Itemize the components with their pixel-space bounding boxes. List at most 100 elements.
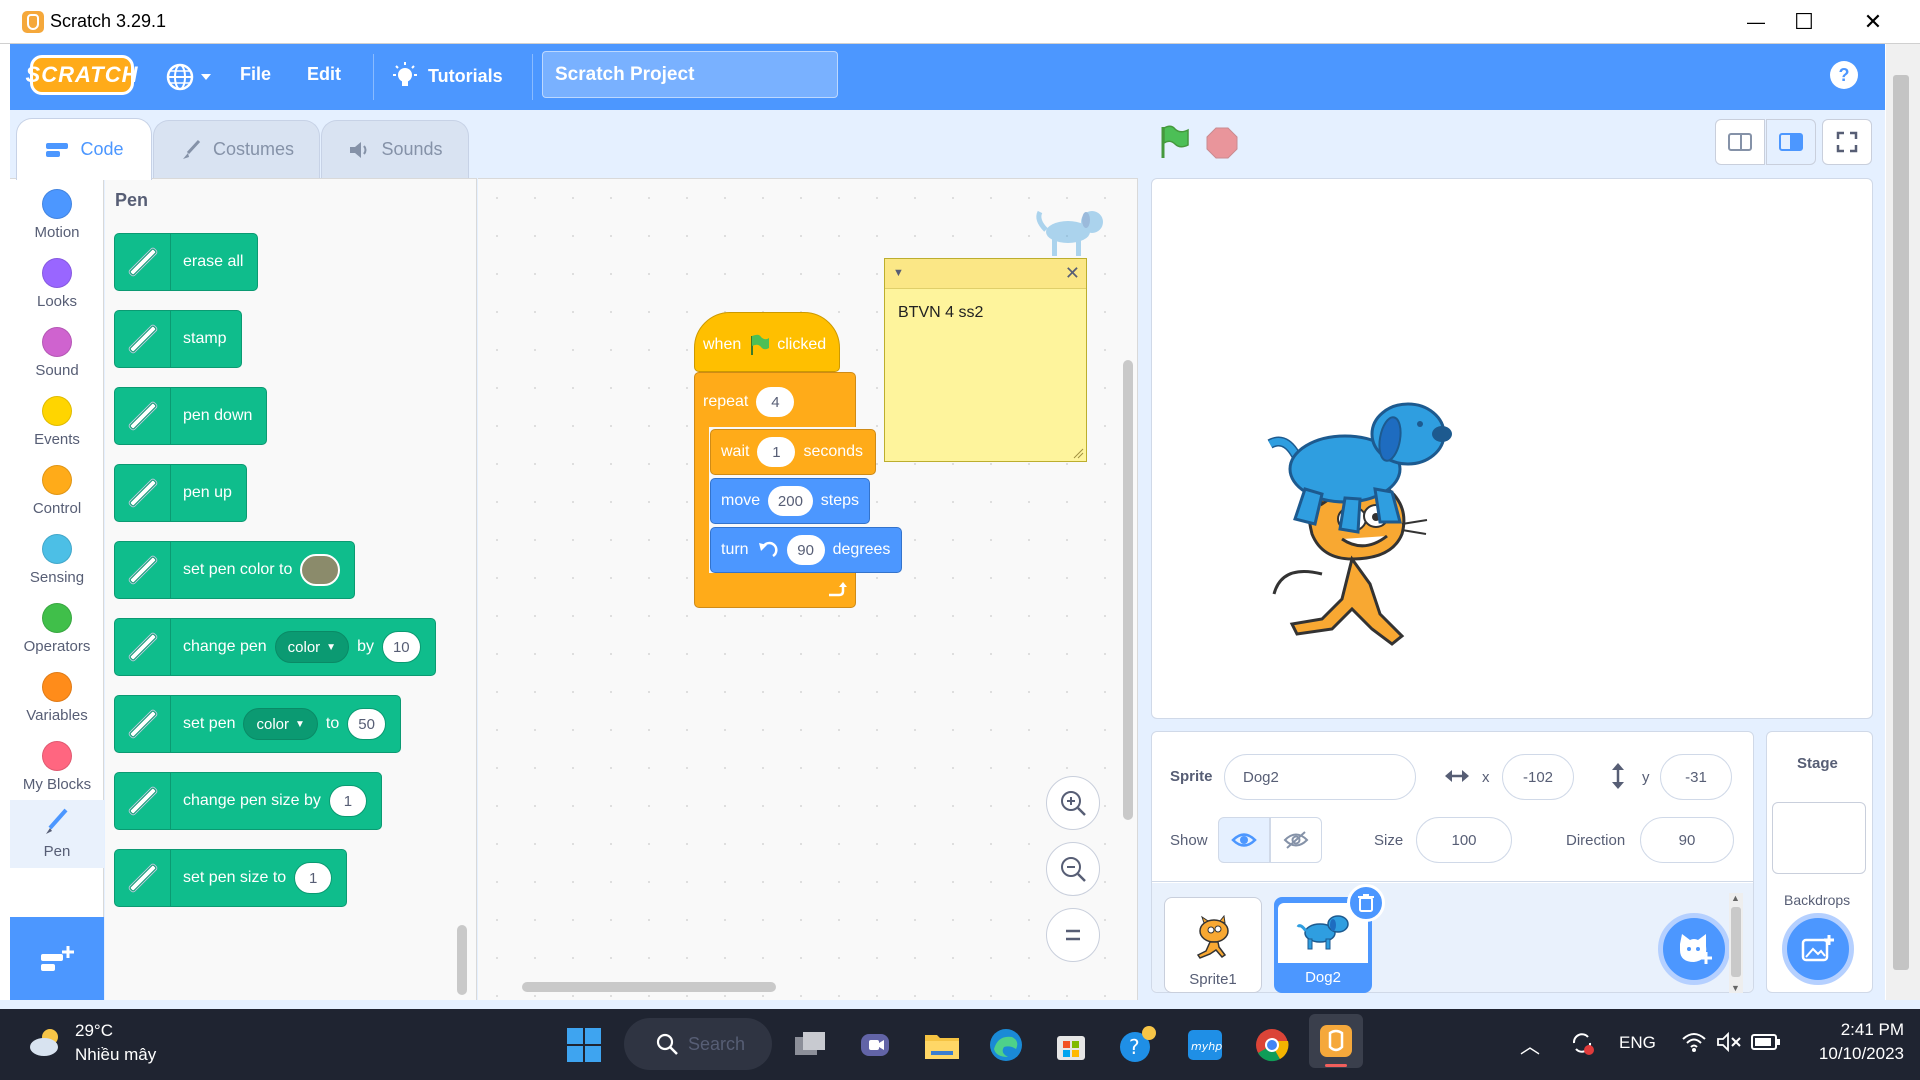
category-control[interactable]: Control xyxy=(10,459,104,527)
weather-cloud-icon[interactable] xyxy=(26,1025,66,1059)
tab-code[interactable]: Code xyxy=(16,118,152,180)
choose-sprite-button[interactable] xyxy=(1658,913,1730,985)
battery-icon[interactable] xyxy=(1751,1033,1781,1051)
task-view-button[interactable] xyxy=(789,1024,831,1066)
sprite-list-scrollbar[interactable]: ▲ ▼ xyxy=(1729,893,1743,993)
start-button[interactable] xyxy=(563,1024,605,1066)
close-icon[interactable]: ✕ xyxy=(1065,263,1080,284)
block-set-pen-size[interactable]: set pen size to 1 xyxy=(114,849,348,907)
block-number-input[interactable]: 1 xyxy=(328,785,367,817)
block-number-input[interactable]: 10 xyxy=(381,631,421,663)
move-steps-block[interactable]: move 200 steps xyxy=(710,478,870,524)
pen-param-dropdown[interactable]: color ▼ xyxy=(243,708,318,740)
tutorials-button[interactable]: Tutorials xyxy=(390,58,520,94)
pen-param-dropdown[interactable]: color ▼ xyxy=(274,631,350,663)
block-erase-all[interactable]: erase all xyxy=(114,233,259,291)
block-set-pen-param[interactable]: set pen color ▼ to 50 xyxy=(114,695,401,753)
zoom-reset-button[interactable] xyxy=(1046,908,1100,962)
sprite-name-input[interactable]: Dog2 xyxy=(1224,754,1416,800)
edit-menu[interactable]: Edit xyxy=(307,64,341,85)
workspace-horizontal-scrollbar[interactable] xyxy=(522,982,776,992)
tab-sounds[interactable]: Sounds xyxy=(321,120,469,178)
small-stage-button[interactable] xyxy=(1715,119,1765,165)
sprite-thumbnail-sprite1[interactable]: Sprite1 xyxy=(1164,897,1262,993)
turn-degrees-block[interactable]: turn 90 degrees xyxy=(710,527,902,573)
weather-temperature[interactable]: 29°C xyxy=(75,1021,113,1041)
category-my-blocks[interactable]: My Blocks xyxy=(10,735,104,803)
block-change-pen-size[interactable]: change pen size by 1 xyxy=(114,772,382,830)
close-window-button[interactable]: ✕ xyxy=(1843,0,1903,44)
move-steps-input[interactable]: 200 xyxy=(768,486,813,516)
get-help-button[interactable]: ? xyxy=(1116,1024,1158,1066)
resize-handle-icon[interactable] xyxy=(1072,447,1084,459)
myhp-button[interactable]: myhp xyxy=(1184,1024,1226,1066)
collapse-chevron-icon[interactable]: ▼ xyxy=(893,267,904,279)
tab-costumes[interactable]: Costumes xyxy=(153,120,320,178)
block-pen-up[interactable]: pen up xyxy=(114,464,247,522)
category-variables[interactable]: Variables xyxy=(10,666,104,734)
file-menu[interactable]: File xyxy=(240,64,271,85)
fullscreen-button[interactable] xyxy=(1822,119,1872,165)
block-set-pen-color[interactable]: set pen color to xyxy=(114,541,356,599)
wait-seconds-block[interactable]: wait 1 seconds xyxy=(710,429,876,475)
zoom-out-button[interactable] xyxy=(1046,842,1100,896)
wait-seconds-input[interactable]: 1 xyxy=(757,437,796,467)
hide-sprite-button[interactable] xyxy=(1270,817,1322,863)
block-pen-down[interactable]: pen down xyxy=(114,387,268,445)
taskbar-search[interactable]: Search xyxy=(624,1018,772,1070)
block-stamp[interactable]: stamp xyxy=(114,310,242,368)
microsoft-store-button[interactable] xyxy=(1050,1024,1092,1066)
scratch-logo[interactable]: SCRATCH xyxy=(26,55,137,95)
language-menu[interactable] xyxy=(165,61,215,93)
pen-color-swatch[interactable] xyxy=(300,554,341,586)
stage-canvas[interactable] xyxy=(1151,178,1873,719)
project-title-input[interactable]: Scratch Project xyxy=(542,51,838,98)
scroll-down-icon[interactable]: ▼ xyxy=(1731,983,1740,993)
scroll-up-icon[interactable]: ▲ xyxy=(1731,893,1740,903)
maximize-button[interactable]: ☐ xyxy=(1774,0,1834,44)
delete-sprite-button[interactable] xyxy=(1347,884,1385,922)
clock-time[interactable]: 2:41 PM xyxy=(1804,1020,1904,1040)
y-position-input[interactable]: -31 xyxy=(1660,754,1732,800)
block-number-input[interactable]: 50 xyxy=(347,708,386,740)
help-button[interactable]: ? xyxy=(1830,61,1858,89)
category-events[interactable]: Events xyxy=(10,390,104,458)
zoom-in-button[interactable] xyxy=(1046,776,1100,830)
green-flag-button[interactable] xyxy=(1158,124,1192,160)
input-language[interactable]: ENG xyxy=(1619,1033,1656,1053)
comment-header[interactable]: ▼ ✕ xyxy=(885,259,1086,289)
category-pen[interactable]: Pen xyxy=(10,800,104,868)
wifi-icon[interactable] xyxy=(1681,1031,1707,1053)
category-sensing[interactable]: Sensing xyxy=(10,528,104,596)
stop-button[interactable] xyxy=(1206,127,1238,159)
comment-text[interactable]: BTVN 4 ss2 xyxy=(898,304,983,322)
hat-block-when-flag-clicked[interactable]: when clicked xyxy=(694,312,840,372)
window-scrollbar-thumb[interactable] xyxy=(1893,75,1909,970)
show-hidden-icons-chevron-icon[interactable]: ︿ xyxy=(1520,1030,1540,1059)
x-position-input[interactable]: -102 xyxy=(1502,754,1574,800)
teams-chat-button[interactable] xyxy=(855,1024,897,1066)
edge-browser-button[interactable] xyxy=(985,1024,1027,1066)
direction-input[interactable]: 90 xyxy=(1640,817,1734,863)
repeat-count-input[interactable]: 4 xyxy=(756,387,795,417)
palette-scrollbar[interactable] xyxy=(457,925,467,995)
block-change-pen-param[interactable]: change pen color ▼ by 10 xyxy=(114,618,436,676)
category-looks[interactable]: Looks xyxy=(10,252,104,320)
category-sound[interactable]: Sound xyxy=(10,321,104,389)
add-extension-button[interactable] xyxy=(10,917,104,1000)
weather-description[interactable]: Nhiều mây xyxy=(75,1045,156,1065)
category-operators[interactable]: Operators xyxy=(10,597,104,665)
block-number-input[interactable]: 1 xyxy=(294,862,333,894)
stage-thumbnail[interactable] xyxy=(1772,802,1866,874)
scratch-taskbar-button[interactable] xyxy=(1309,1014,1363,1068)
sync-status-icon[interactable] xyxy=(1568,1029,1596,1057)
show-sprite-button[interactable] xyxy=(1218,817,1270,863)
large-stage-button[interactable] xyxy=(1766,119,1816,165)
category-motion[interactable]: Motion xyxy=(10,183,104,251)
turn-degrees-input[interactable]: 90 xyxy=(786,535,825,565)
chrome-button[interactable] xyxy=(1251,1024,1293,1066)
size-input[interactable]: 100 xyxy=(1416,817,1512,863)
workspace-vertical-scrollbar[interactable] xyxy=(1123,360,1133,820)
volume-muted-icon[interactable] xyxy=(1716,1031,1742,1053)
script-comment[interactable]: ▼ ✕ BTVN 4 ss2 xyxy=(884,258,1087,462)
